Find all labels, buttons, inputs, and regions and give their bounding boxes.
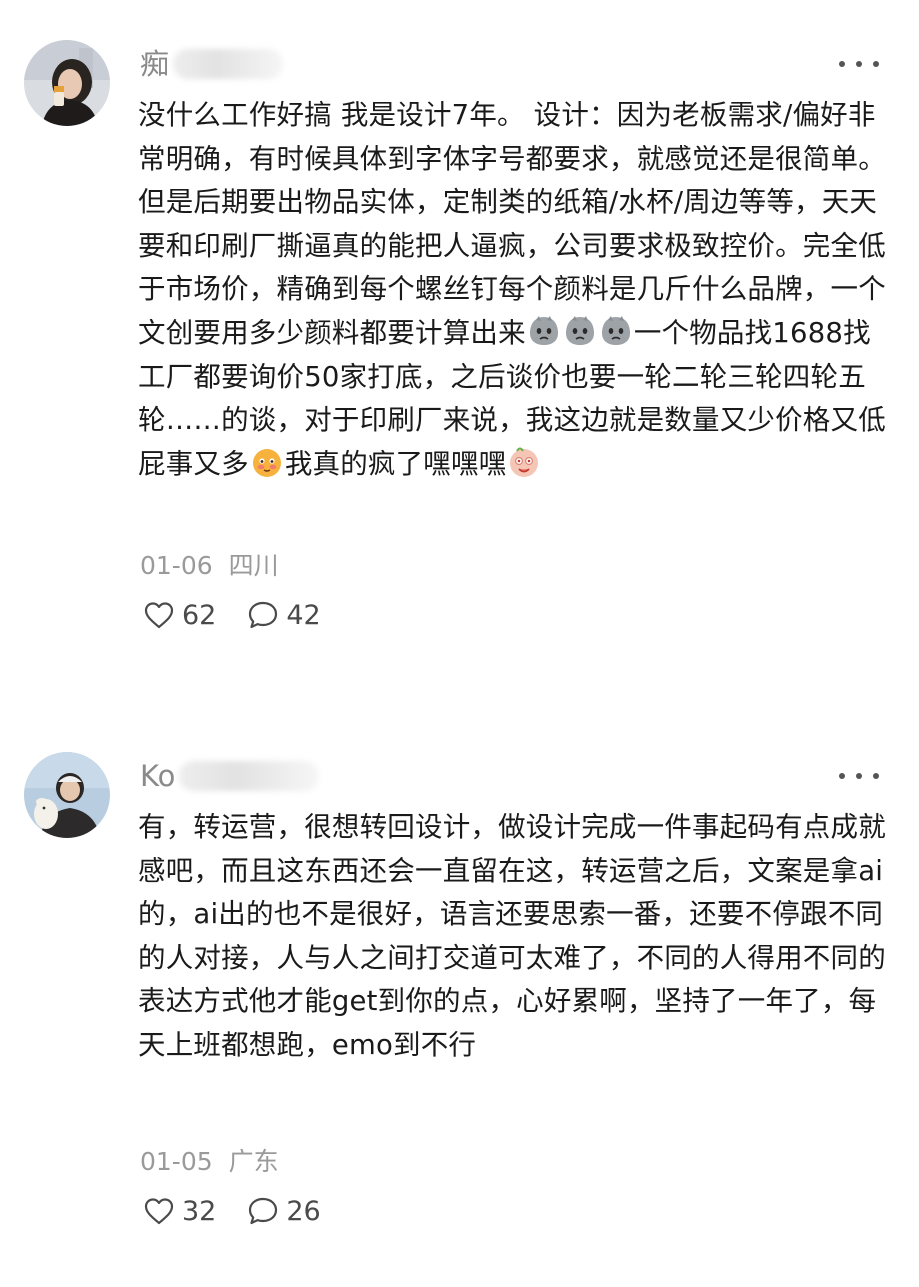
comment-item: Ko 有，转运营，很想转回设计，做设计完成一件事起码有点成就感吧，而且这东西还会… [0,720,919,1287]
sad-face-icon [599,314,633,348]
reply-button[interactable]: 26 [246,1194,321,1228]
sad-face-icon [563,314,597,348]
shy-face-icon [250,445,284,479]
comment-location: 广东 [228,1147,279,1176]
comment-meta: 01-06 四川 [140,546,279,582]
reply-button[interactable]: 42 [246,598,321,632]
comment-item: 痴 没什么工作好搞 我是设计7年。 设计：因为老板需求/偏好非常明确，有时候具体… [0,0,919,680]
more-options-button[interactable] [839,764,879,788]
username-visible-text: Ko [140,759,176,793]
like-button[interactable]: 32 [142,1194,216,1228]
comment-location: 四川 [228,551,279,580]
comment-date: 01-05 [140,1147,213,1176]
avatar[interactable] [24,40,110,126]
heart-icon [144,602,174,629]
more-dot-icon [873,61,879,67]
like-count: 32 [182,1195,217,1227]
more-options-button[interactable] [839,52,879,76]
comment-date: 01-06 [140,551,213,580]
like-button[interactable]: 62 [142,598,216,632]
username[interactable]: Ko [140,754,320,794]
comment-text-part: 我真的疯了嘿嘿嘿 [284,447,507,480]
comment-text: 没什么工作好搞 我是设计7年。 设计：因为老板需求/偏好非常明确，有时候具体到字… [138,94,888,486]
more-dot-icon [839,61,845,67]
more-dot-icon [839,773,845,779]
more-dot-icon [873,773,879,779]
username[interactable]: 痴 [140,42,284,82]
avatar[interactable] [24,752,110,838]
more-dot-icon [856,773,862,779]
comment-actions: 62 42 [142,598,351,632]
username-visible-text: 痴 [140,47,170,81]
username-blurred-part [173,49,284,79]
username-blurred-part [179,761,320,791]
heart-icon [144,1198,174,1225]
like-count: 62 [182,599,217,631]
comment-text: 有，转运营，很想转回设计，做设计完成一件事起码有点成就感吧，而且这东西还会一直留… [138,811,886,1061]
crazy-face-icon [507,445,541,479]
comment-actions: 32 26 [142,1194,351,1228]
comment-bubble-icon [249,1197,278,1225]
comment-bubble-icon [249,601,278,629]
sad-face-icon [527,314,561,348]
reply-count: 26 [286,1195,321,1227]
reply-count: 42 [286,599,321,631]
comment-text-part: 没什么工作好搞 我是设计7年。 设计：因为老板需求/偏好非常明确，有时候具体到字… [138,99,886,349]
comment-meta: 01-05 广东 [140,1142,279,1178]
more-dot-icon [856,61,862,67]
